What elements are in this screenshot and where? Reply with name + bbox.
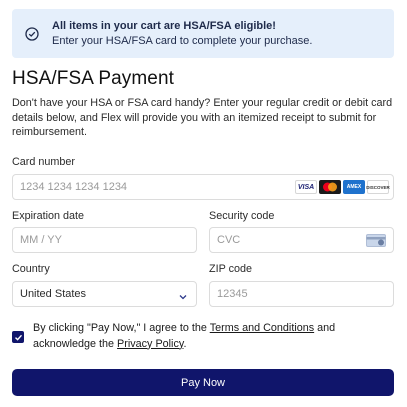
banner-title: All items in your cart are HSA/FSA eligi… <box>52 20 276 32</box>
security-code-field[interactable] <box>209 227 394 253</box>
expiration-field[interactable] <box>12 227 197 253</box>
consent-row: By clicking "Pay Now," I agree to the Te… <box>12 321 396 352</box>
country-value: United States <box>20 288 87 300</box>
card-number-label: Card number <box>12 156 76 168</box>
zip-input[interactable] <box>217 288 393 300</box>
consent-text-before: By clicking "Pay Now," I agree to the <box>33 322 210 334</box>
page-description: Don't have your HSA or FSA card handy? E… <box>12 97 393 138</box>
amex-icon: AMEX <box>343 180 365 194</box>
consent-text-after: . <box>183 337 187 350</box>
consent-checkbox[interactable] <box>12 331 24 343</box>
card-brand-logos: VISA AMEX DISCOVER <box>295 180 390 194</box>
terms-link[interactable]: Terms and Conditions <box>210 322 314 334</box>
consent-text: By clicking "Pay Now," I agree to the Te… <box>33 321 396 352</box>
pay-now-button[interactable]: Pay Now <box>12 369 394 396</box>
card-number-field[interactable]: VISA AMEX DISCOVER <box>12 174 394 200</box>
banner-subtitle: Enter your HSA/FSA card to complete your… <box>52 35 313 47</box>
check-circle-icon <box>24 26 40 42</box>
visa-icon: VISA <box>295 180 317 194</box>
privacy-link[interactable]: Privacy Policy <box>117 338 183 350</box>
mastercard-icon <box>319 180 341 194</box>
country-label: Country <box>12 263 50 275</box>
expiration-input[interactable] <box>20 234 196 246</box>
discover-icon: DISCOVER <box>366 180 390 194</box>
eligibility-banner: All items in your cart are HSA/FSA eligi… <box>12 9 394 58</box>
security-code-label: Security code <box>209 210 275 222</box>
country-select[interactable]: United States <box>12 281 197 307</box>
check-icon <box>14 334 22 341</box>
cvc-card-icon <box>366 234 386 252</box>
page-title: HSA/FSA Payment <box>12 68 175 89</box>
zip-label: ZIP code <box>209 263 253 275</box>
expiration-label: Expiration date <box>12 210 85 222</box>
chevron-down-icon <box>178 289 188 307</box>
zip-field[interactable] <box>209 281 394 307</box>
